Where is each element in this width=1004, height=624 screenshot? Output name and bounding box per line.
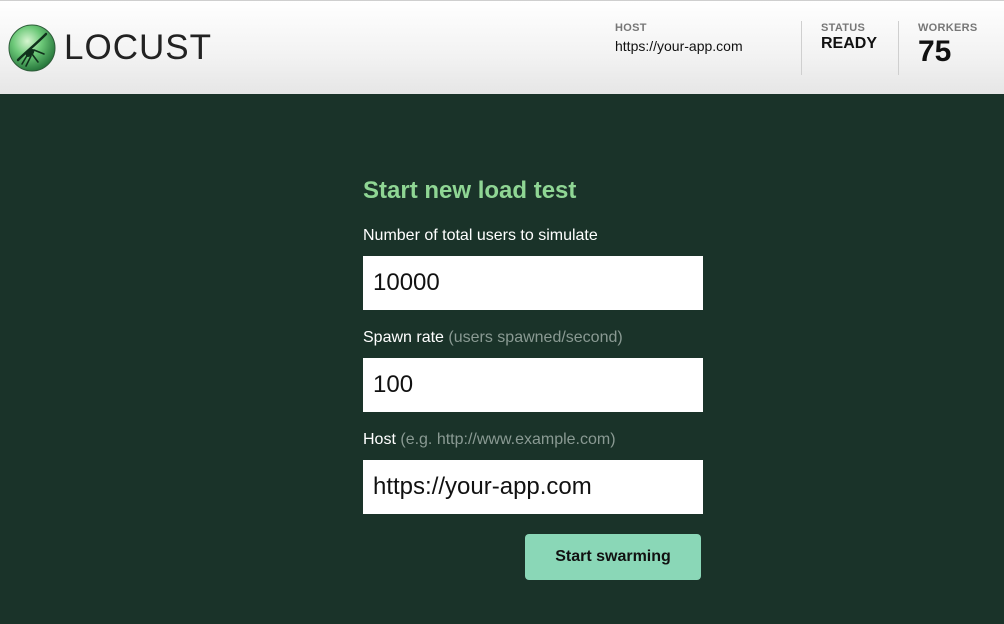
new-load-test-form: Start new load test Number of total user… [363,176,703,580]
host-label-text: Host [363,431,396,448]
form-title: Start new load test [363,177,577,204]
locust-logo[interactable]: LOCUST [8,24,211,74]
spawn-rate-label: Spawn rate (users spawned/second) [363,329,623,346]
locust-logo-icon [8,24,56,72]
host-stat-value: https://your-app.com [615,38,743,54]
status-stat-label: STATUS [821,22,866,34]
spawn-rate-hint: (users spawned/second) [448,329,623,346]
users-label: Number of total users to simulate [363,227,598,244]
host-field: Host (e.g. http://www.example.com) [363,430,703,514]
host-input[interactable] [363,460,703,514]
host-hint: (e.g. http://www.example.com) [400,431,616,448]
logo-text: LOCUST [64,28,212,67]
workers-stat-value: 75 [918,35,952,68]
start-swarming-button[interactable]: Start swarming [525,534,701,580]
users-input[interactable] [363,256,703,310]
host-stat: HOST https://your-app.com [615,21,743,54]
spawn-rate-field: Spawn rate (users spawned/second) [363,328,703,412]
spawn-rate-input[interactable] [363,358,703,412]
stat-divider [801,21,802,75]
host-label: Host (e.g. http://www.example.com) [363,431,616,448]
status-stat-value: READY [821,35,878,52]
workers-stat: WORKERS 75 [918,21,978,69]
users-field: Number of total users to simulate [363,226,703,310]
host-stat-label: HOST [615,22,647,34]
workers-stat-label: WORKERS [918,22,978,34]
users-label-text: Number of total users to simulate [363,227,598,244]
spawn-rate-label-text: Spawn rate [363,329,444,346]
status-stat: STATUS READY [821,21,877,53]
top-header: LOCUST HOST https://your-app.com STATUS … [0,0,1004,94]
stat-divider [898,21,899,75]
